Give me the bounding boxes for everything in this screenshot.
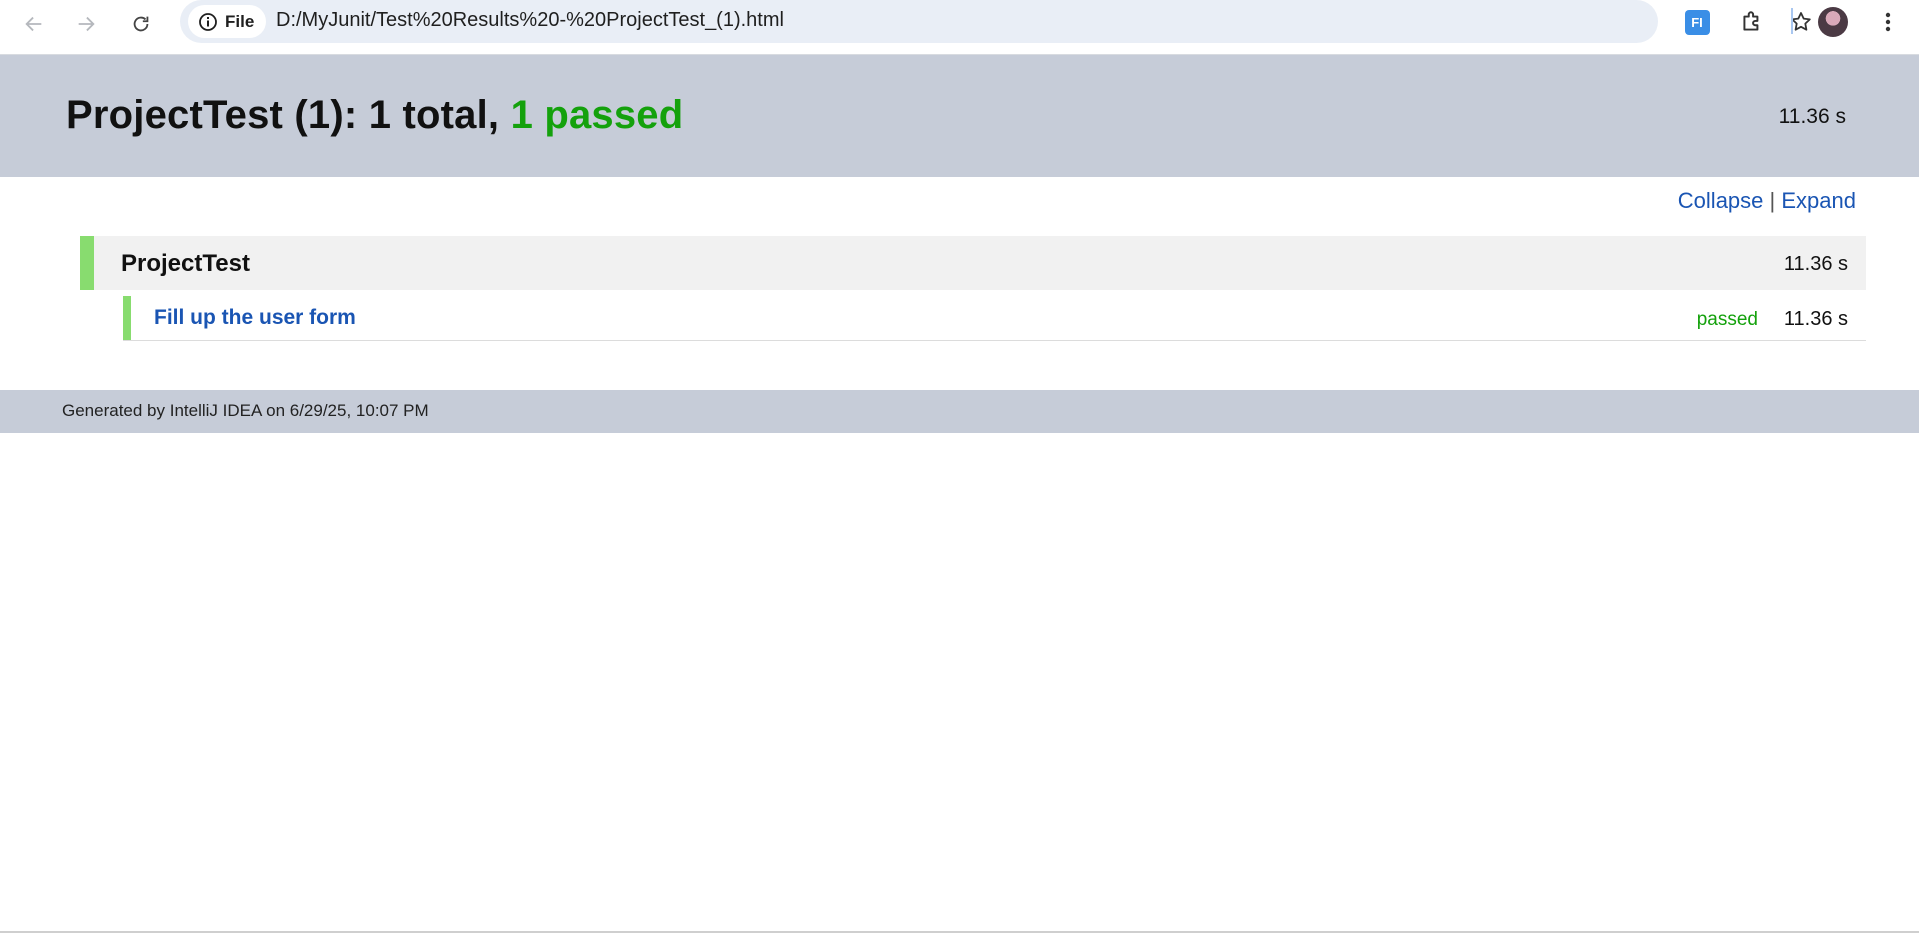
footer-text: Generated by IntelliJ IDEA on 6/29/25, 1… bbox=[62, 401, 429, 420]
title-prefix: ProjectTest (1): bbox=[66, 93, 358, 137]
suite-status-bar bbox=[80, 236, 94, 290]
browser-toolbar: File D:/MyJunit/Test%20Results%20-%20Pro… bbox=[0, 0, 1919, 55]
arrow-left-icon bbox=[25, 16, 42, 32]
collapse-link[interactable]: Collapse bbox=[1678, 188, 1764, 213]
extension-fi-icon: FI bbox=[1684, 9, 1710, 35]
test-duration: 11.36 s bbox=[1783, 308, 1848, 330]
info-icon bbox=[199, 12, 217, 31]
report-header: ProjectTest (1): 1 total, 1 passed 11.36… bbox=[0, 55, 1919, 177]
page-title: ProjectTest (1): 1 total, 1 passed bbox=[66, 93, 683, 138]
browser-menu-button[interactable] bbox=[1871, 5, 1905, 39]
report-footer: Generated by IntelliJ IDEA on 6/29/25, 1… bbox=[0, 390, 1919, 433]
forward-button[interactable] bbox=[70, 8, 102, 40]
total-duration: 11.36 s bbox=[1778, 105, 1846, 128]
test-status: passed bbox=[1696, 309, 1758, 330]
tree-controls: Collapse | Expand bbox=[1678, 188, 1856, 214]
url-text[interactable]: D:/MyJunit/Test%20Results%20-%20ProjectT… bbox=[276, 9, 784, 32]
expand-link[interactable]: Expand bbox=[1781, 188, 1856, 213]
extensions-button[interactable] bbox=[1735, 5, 1769, 39]
reload-button[interactable] bbox=[125, 8, 157, 40]
site-info-chip[interactable]: File bbox=[188, 5, 267, 38]
puzzle-icon bbox=[1743, 11, 1759, 31]
suite-duration: 11.36 s bbox=[1783, 253, 1848, 275]
kebab-menu-icon bbox=[1885, 12, 1891, 32]
profile-button[interactable] bbox=[1816, 5, 1850, 39]
back-button[interactable] bbox=[18, 8, 50, 40]
toolbar-divider bbox=[1791, 8, 1793, 34]
suite-name: ProjectTest bbox=[121, 250, 250, 277]
extension-fi-button[interactable]: FI bbox=[1680, 5, 1714, 39]
avatar bbox=[1818, 7, 1848, 37]
passed-count: 1 passed bbox=[510, 93, 684, 137]
link-separator: | bbox=[1769, 188, 1776, 213]
reload-icon bbox=[133, 16, 149, 32]
test-row: Fill up the user form passed 11.36 s bbox=[123, 296, 1866, 341]
site-chip-label: File bbox=[225, 11, 255, 31]
address-bar[interactable]: File D:/MyJunit/Test%20Results%20-%20Pro… bbox=[180, 0, 1811, 43]
test-status-bar bbox=[123, 296, 131, 340]
test-name-link[interactable]: Fill up the user form bbox=[154, 306, 356, 330]
suite-row[interactable]: ProjectTest 11.36 s bbox=[80, 236, 1866, 290]
arrow-right-icon bbox=[78, 16, 95, 32]
total-count: 1 total, bbox=[368, 93, 500, 137]
